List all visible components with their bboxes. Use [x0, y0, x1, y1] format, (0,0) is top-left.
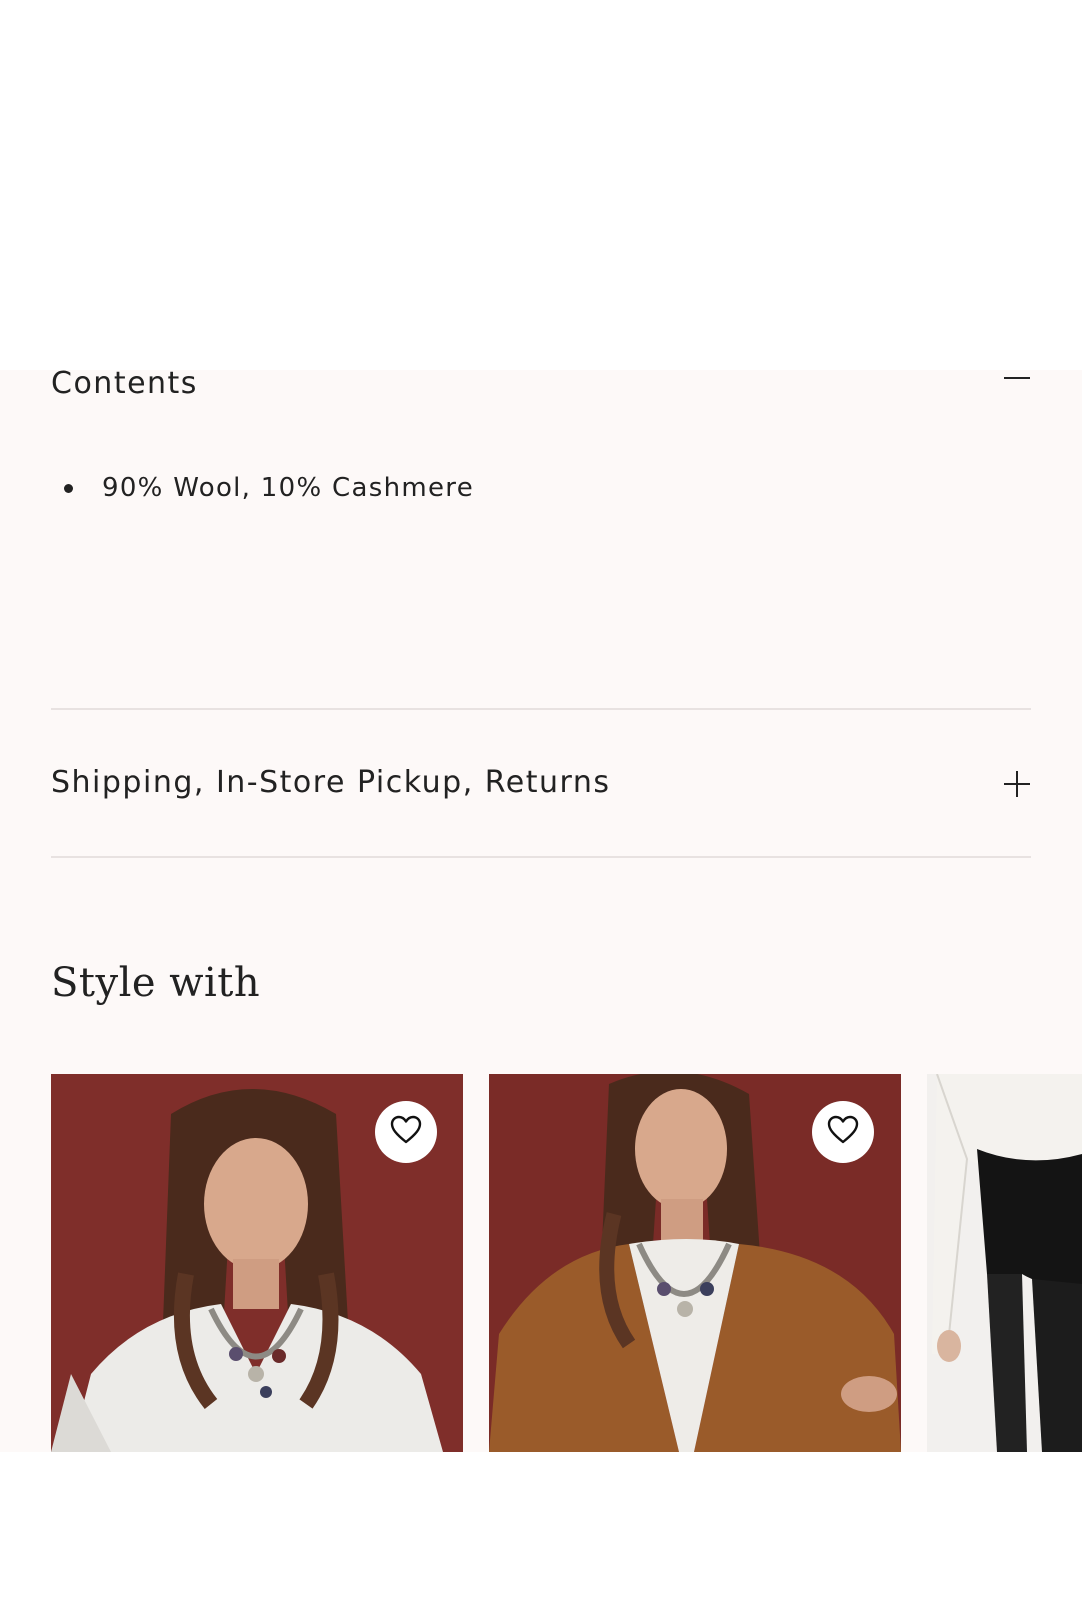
heart-icon	[390, 1115, 422, 1149]
list-item: 90% Wool, 10% Cashmere	[60, 468, 474, 508]
blank-header-area	[0, 0, 1082, 370]
minus-icon[interactable]	[1003, 371, 1031, 399]
divider	[51, 856, 1031, 858]
product-details-page: Contents 90% Wool, 10% Cashmere Shipping…	[0, 0, 1082, 1600]
style-with-product-card[interactable]	[927, 1074, 1082, 1452]
contents-item-text: 90% Wool, 10% Cashmere	[102, 473, 475, 503]
contents-list: 90% Wool, 10% Cashmere	[60, 468, 474, 508]
blank-footer-area	[0, 1452, 1082, 1600]
style-with-product-card[interactable]	[51, 1074, 463, 1452]
plus-icon[interactable]	[1003, 770, 1031, 798]
shipping-accordion-title[interactable]: Shipping, In-Store Pickup, Returns	[51, 765, 610, 800]
wishlist-button[interactable]	[375, 1101, 437, 1163]
contents-accordion-title[interactable]: Contents	[51, 366, 198, 401]
style-with-product-card[interactable]	[489, 1074, 901, 1452]
heart-icon	[827, 1115, 859, 1149]
bullet-dot	[64, 484, 73, 493]
product-image[interactable]	[927, 1074, 1082, 1452]
divider	[51, 708, 1031, 710]
wishlist-button[interactable]	[812, 1101, 874, 1163]
style-with-heading: Style with	[51, 960, 261, 1006]
